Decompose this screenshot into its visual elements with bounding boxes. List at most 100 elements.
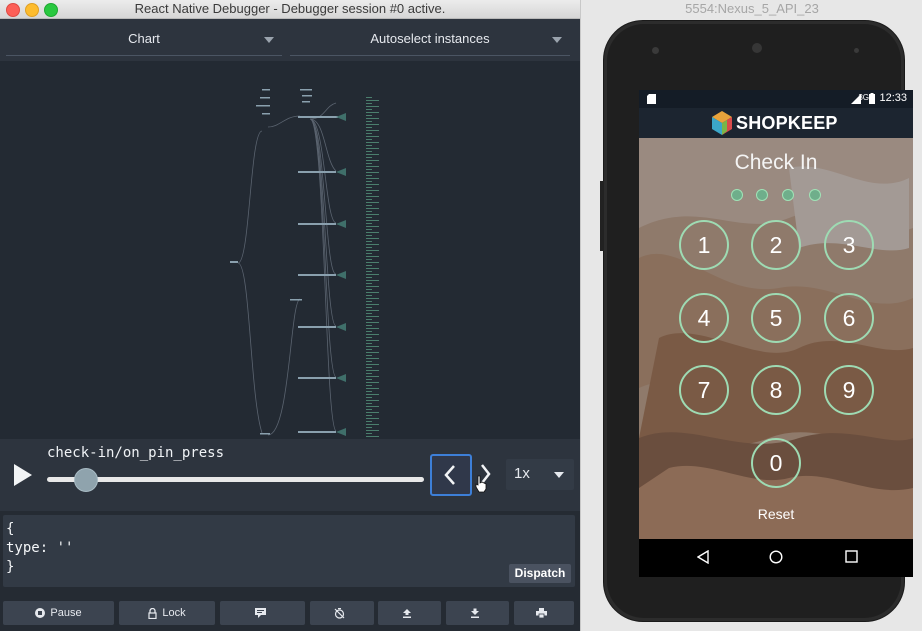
app-header: SHOPKEEP: [639, 108, 913, 138]
tree-leaf-node: [366, 406, 379, 407]
pin-key-3[interactable]: 3: [824, 220, 874, 270]
tree-leaf-node: [366, 154, 379, 155]
tree-leaf-node: [366, 232, 379, 233]
pin-dot-2: [756, 189, 768, 201]
chevron-down-icon: [554, 472, 564, 478]
tree-leaf-node: [366, 133, 372, 134]
tree-leaf-node: [366, 409, 372, 410]
tree-leaf-node: [366, 364, 379, 365]
tree-leaf-node: [366, 319, 372, 320]
pin-key-7[interactable]: 7: [679, 365, 729, 415]
phone-frame: 3G 12:33 SHOPKEEP Check In 1 2 3 4 5 6 7…: [600, 20, 913, 622]
tree-leaf-node: [366, 394, 379, 395]
pin-dot-3: [782, 189, 794, 201]
tree-leaf-node: [366, 307, 372, 308]
pin-key-6[interactable]: 6: [824, 293, 874, 343]
tree-leaf-node: [366, 139, 372, 140]
tree-leaf-node: [366, 223, 372, 224]
action-editor[interactable]: { type: '' }: [6, 520, 73, 577]
pause-label: Pause: [50, 607, 82, 619]
tree-leaf-node: [366, 289, 372, 290]
tree-leaf-node: [366, 328, 379, 329]
pin-key-2[interactable]: 2: [751, 220, 801, 270]
pin-key-1[interactable]: 1: [679, 220, 729, 270]
log-monitor-button[interactable]: [220, 601, 305, 625]
tree-leaf-node: [366, 397, 372, 398]
pin-key-4[interactable]: 4: [679, 293, 729, 343]
tree-leaf-node: [366, 298, 379, 299]
phone-side-button[interactable]: [600, 181, 604, 251]
tree-leaf-node: [366, 193, 372, 194]
tree-leaf-node: [366, 391, 372, 392]
tree-leaf-node: [366, 202, 379, 203]
chevron-left-icon: [444, 465, 455, 485]
tree-leaf-node: [366, 361, 372, 362]
tree-leaf-node: [366, 112, 379, 113]
bottom-button-bar: Pause Lock: [0, 600, 580, 631]
tree-leaf-node: [366, 211, 372, 212]
pin-key-8[interactable]: 8: [751, 365, 801, 415]
debugger-window: React Native Debugger - Debugger session…: [0, 0, 580, 631]
tree-leaf-node: [366, 340, 379, 341]
tree-leaf-node: [366, 367, 372, 368]
android-nav-bar: [639, 539, 913, 577]
tree-leaf-node: [366, 208, 379, 209]
playback-speed-select[interactable]: 1x: [506, 459, 574, 490]
pin-key-5[interactable]: 5: [751, 293, 801, 343]
lock-label: Lock: [162, 607, 186, 619]
timeline-slider-track[interactable]: [47, 477, 424, 482]
tree-leaf-node: [366, 220, 379, 221]
tree-leaf-node: [366, 415, 372, 416]
tree-leaf-node: [366, 295, 372, 296]
tree-leaf-node: [366, 178, 379, 179]
timeline-slider-thumb[interactable]: [74, 468, 98, 492]
monitor-select-label: Chart: [128, 31, 160, 46]
tree-leaf-node: [366, 163, 372, 164]
tree-leaf-node: [366, 142, 379, 143]
tree-leaf-node: [366, 343, 372, 344]
home-icon[interactable]: [769, 550, 783, 564]
slider-monitor: check-in/on_pin_press 1x: [0, 439, 580, 511]
tree-leaf-node: [366, 277, 372, 278]
tree-leaf-node: [366, 118, 379, 119]
tree-leaf-node: [366, 250, 379, 251]
recents-icon[interactable]: [845, 550, 858, 563]
persist-button[interactable]: [310, 601, 374, 625]
tree-leaf-node: [366, 160, 379, 161]
state-tree-chart[interactable]: [0, 61, 580, 439]
tree-leaf-node: [366, 286, 379, 287]
tree-leaf-node: [366, 226, 379, 227]
tree-leaf-node: [366, 310, 379, 311]
play-icon[interactable]: [12, 463, 34, 487]
tree-leaf-node: [366, 412, 379, 413]
tree-leaf-node: [366, 418, 379, 419]
emulator-window: 5554:Nexus_5_API_23 3G 12:33 SHOPKEEP Ch…: [580, 0, 922, 631]
tree-leaf-node: [366, 301, 372, 302]
tree-leaf-node: [366, 205, 372, 206]
tree-leaf-node: [366, 172, 379, 173]
pin-key-9[interactable]: 9: [824, 365, 874, 415]
lock-button[interactable]: Lock: [119, 601, 215, 625]
pin-key-0[interactable]: 0: [751, 438, 801, 488]
monitor-select[interactable]: Chart: [6, 27, 282, 56]
instance-select[interactable]: Autoselect instances: [290, 27, 570, 56]
tree-leaf-node: [366, 244, 379, 245]
pin-dot-1: [731, 189, 743, 201]
tree-leaf-node: [366, 280, 379, 281]
pause-button[interactable]: Pause: [3, 601, 114, 625]
export-button[interactable]: [378, 601, 441, 625]
step-back-button[interactable]: [430, 454, 472, 496]
tree-leaf-node: [366, 187, 372, 188]
import-button[interactable]: [446, 601, 509, 625]
tree-leaf-node: [366, 385, 372, 386]
tree-leaf-node: [366, 292, 379, 293]
tree-leaf-node: [366, 265, 372, 266]
tree-leaf-node: [366, 421, 372, 422]
print-button[interactable]: [514, 601, 574, 625]
tree-leaf-node: [366, 337, 372, 338]
back-icon[interactable]: [697, 550, 709, 564]
reset-button[interactable]: Reset: [639, 506, 913, 522]
tree-leaf-node: [366, 271, 372, 272]
state-tree-graph: [230, 89, 379, 437]
dispatch-button[interactable]: Dispatch: [509, 564, 571, 583]
